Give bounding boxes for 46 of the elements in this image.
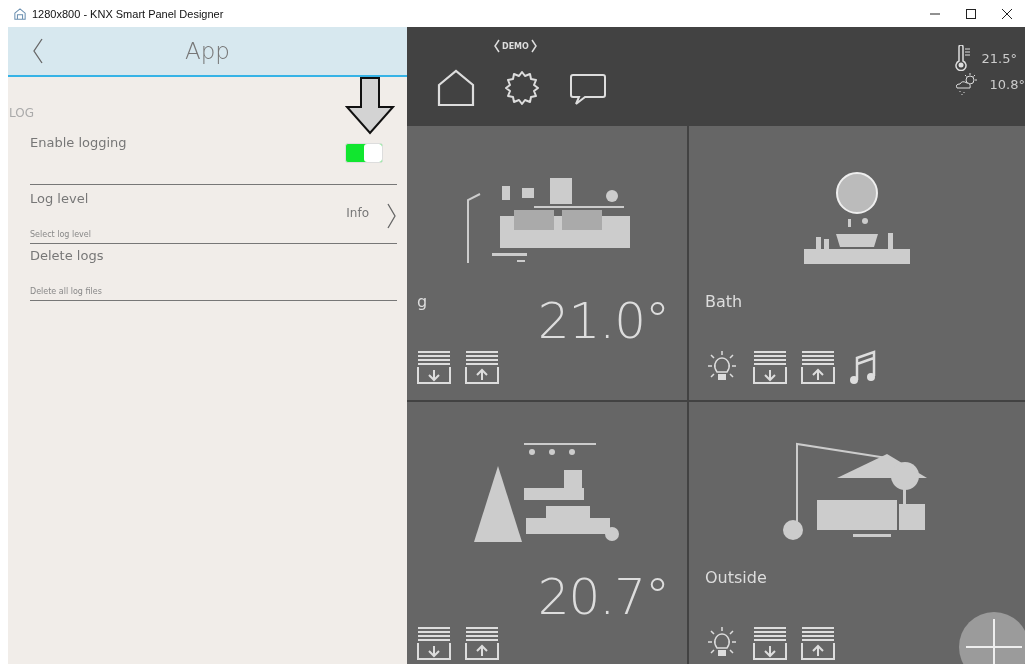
temperature-reading: 21.5° [981, 50, 1017, 66]
temperature-reading: 10.8° [989, 76, 1025, 92]
cloud-sun-icon [953, 73, 980, 95]
section-heading: LOG [8, 105, 34, 120]
blind-up-icon[interactable] [801, 626, 835, 660]
thermometer-icon [953, 45, 972, 71]
blind-up-icon[interactable] [465, 626, 499, 660]
gear-icon[interactable] [503, 69, 541, 107]
setting-description: Delete all log files [30, 287, 102, 296]
setting-label: Log level [30, 191, 89, 206]
room-temperature: 20.7° [537, 568, 669, 626]
room-name: g [417, 292, 428, 311]
setting-label: Delete logs [30, 248, 104, 263]
music-note-icon[interactable] [849, 350, 877, 384]
setting-value: Info [346, 206, 369, 220]
down-arrow-icon [345, 77, 395, 135]
setting-description: Select log level [30, 230, 91, 239]
home-icon[interactable] [437, 69, 475, 107]
setting-label: Enable logging [30, 135, 127, 150]
blind-down-icon[interactable] [417, 626, 451, 660]
settings-row[interactable]: Delete logs Delete all log files [30, 244, 397, 301]
chat-bubble-icon[interactable] [569, 73, 607, 107]
room-tile[interactable]: Bath [689, 126, 1025, 400]
app-icon [14, 7, 26, 20]
blind-down-icon[interactable] [417, 350, 451, 384]
chevron-right-icon [387, 203, 397, 229]
settings-row[interactable]: Enable logging [30, 132, 397, 185]
maximize-icon[interactable] [966, 8, 976, 19]
panel-title: App [185, 38, 230, 64]
back-chevron-icon[interactable] [32, 38, 44, 64]
blind-up-icon[interactable] [465, 350, 499, 384]
add-button[interactable] [959, 612, 1025, 664]
room-temperature: 21.0° [537, 292, 669, 350]
room-tile[interactable]: g 21.0° [407, 126, 687, 400]
blind-down-icon[interactable] [753, 626, 787, 660]
room-tile[interactable]: 20.7° [407, 402, 687, 664]
window-title: 1280x800 - KNX Smart Panel Designer [32, 7, 224, 20]
demo-badge: DEMO [494, 39, 537, 53]
toggle-switch[interactable] [345, 143, 383, 163]
room-name: Bath [705, 292, 743, 311]
room-tile[interactable]: Outside [689, 402, 1025, 664]
close-icon[interactable] [1002, 8, 1012, 19]
settings-row[interactable]: Log level Select log level Info [30, 187, 397, 244]
blind-up-icon[interactable] [801, 350, 835, 384]
blind-down-icon[interactable] [753, 350, 787, 384]
room-name: Outside [705, 568, 767, 587]
